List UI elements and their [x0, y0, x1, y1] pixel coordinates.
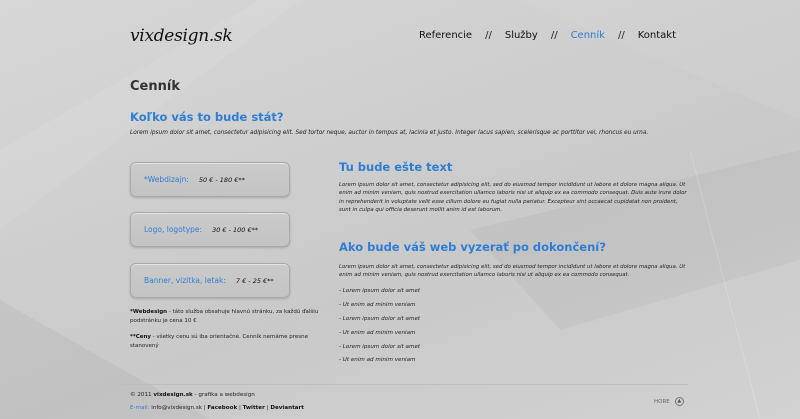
nav-item-sluzby[interactable]: Služby — [505, 30, 538, 41]
price-box-logo: Logo, logotype: 30 € - 100 €** — [130, 212, 290, 247]
list-item: - Ut enim ad minim veniam — [339, 302, 416, 308]
copyright-site: vixdesign.sk — [153, 392, 193, 398]
intro-paragraph: Lorem ipsum dolor sit amet, consectetur … — [130, 130, 649, 136]
facebook-link[interactable]: Facebook — [207, 405, 237, 411]
price-box-webdizajn: *Webdizajn: 50 € - 180 €** — [130, 162, 290, 197]
list-item: - Lorem ipsum dolor sit amet — [339, 316, 421, 322]
footer-contact: E-mail: info@vixdesign.sk | Facebook | T… — [130, 405, 304, 411]
email-link[interactable]: info@vixdesign.sk — [151, 405, 202, 411]
section-paragraph-1: Lorem ipsum dolor sit amet, consectetur … — [339, 182, 687, 213]
price-box-banner: Banner, vizitka, letak: 7 € - 25 €** — [130, 263, 290, 298]
nav-separator: // — [485, 30, 492, 41]
pricing-question-heading: Koľko vás to bude stát? — [130, 110, 284, 124]
nav-item-kontakt[interactable]: Kontakt — [638, 30, 676, 41]
price-value: 30 € - 100 €** — [212, 225, 259, 234]
price-label: Logo, logotype: — [144, 225, 203, 234]
email-label: E-mail: — [130, 405, 150, 411]
price-value: 50 € - 180 €** — [198, 175, 245, 184]
nav-separator: // — [617, 30, 625, 41]
note-ceny-bold: **Ceny — [130, 334, 152, 340]
list-item: - Lorem ipsum dolor sit amet — [339, 288, 421, 294]
section-heading-ako-bude: Ako bude váš web vyzerať po dokončení? — [339, 240, 606, 254]
back-to-top[interactable]: HORE ▲ — [654, 397, 684, 406]
back-to-top-label: HORE — [654, 398, 670, 405]
price-label: Banner, vizitka, letak: — [144, 276, 226, 285]
list-item: - Ut enim ad minim veniam — [339, 330, 416, 336]
nav-item-referencie[interactable]: Referencie — [419, 30, 472, 41]
nav-item-cennik[interactable]: Cenník — [571, 30, 605, 41]
deviantart-link[interactable]: Deviantart — [270, 405, 304, 411]
price-label: *Webdizajn: — [144, 175, 189, 184]
section-heading-tu-bude: Tu bude ešte text — [339, 160, 453, 174]
list-item: - Lorem ipsum dolor sit amet — [339, 344, 421, 350]
footer-divider — [120, 384, 688, 385]
copyright-prefix: © 2011 — [130, 392, 154, 398]
footer-copyright: © 2011 vixdesign.sk - grafika a webdesig… — [130, 392, 255, 398]
twitter-link[interactable]: Twitter — [243, 405, 265, 411]
list-item: - Ut enim ad minim veniam — [339, 357, 416, 363]
page-title: Cenník — [130, 79, 180, 94]
note-webdesign-bold: *Webdesign — [130, 309, 168, 315]
site-logo[interactable]: vixdesign.sk — [130, 26, 233, 46]
copyright-suffix: - grafika a webdesign — [192, 392, 255, 398]
section-paragraph-2: Lorem ipsum dolor sit amet, consectetur … — [339, 264, 686, 279]
price-value: 7 € - 25 €** — [235, 276, 274, 285]
note-webdesign: *Webdesign - táto služba obsahuje hlavnú… — [130, 308, 320, 326]
page: vixdesign.sk Referencie // Služby // Cen… — [0, 0, 800, 419]
note-ceny: **Ceny - všetky cenu sú iba orientačné. … — [130, 333, 320, 351]
note-ceny-text: - všetky cenu sú iba orientačné. Cenník … — [130, 334, 308, 349]
main-nav: Referencie // Služby // Cenník // Kontak… — [419, 30, 676, 41]
nav-separator: // — [550, 30, 558, 41]
up-arrow-circle-icon: ▲ — [674, 397, 684, 406]
